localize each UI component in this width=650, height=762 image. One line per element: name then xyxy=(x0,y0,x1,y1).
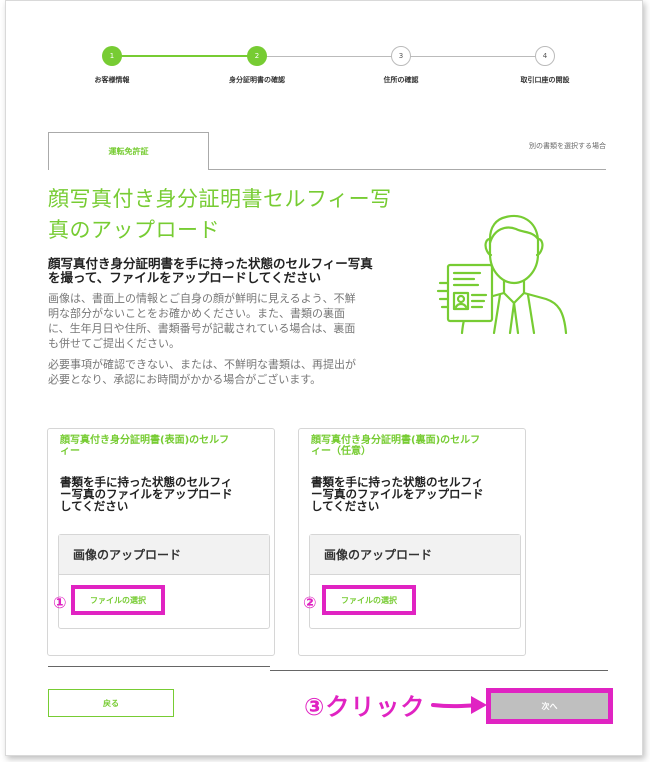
desc2-line: 必要となり、承認にお時間がかかる場合がございます。 xyxy=(48,373,322,386)
step-circle-4: 4 xyxy=(535,46,555,66)
step-label-1: お客様情報 xyxy=(94,76,130,84)
divider-left xyxy=(48,666,270,667)
step-circle-3: 3 xyxy=(391,46,411,66)
upload-card-front: 顔写真付き身分証明書(表面)のセルフ ィー 書類を手に持った状態のセルフィ ー写… xyxy=(47,428,275,656)
arrow-right-icon xyxy=(431,696,487,714)
card-title-line: 顔写真付き身分証明書(裏面)のセルフ xyxy=(311,435,481,446)
card-instructions-front: 書類を手に持った状態のセルフィ ー写真のファイルをアップロード してください xyxy=(60,476,265,512)
card-title-line: ィー xyxy=(60,446,80,457)
step-label-2: 身分証明書の確認 xyxy=(229,76,285,84)
step-connector-3 xyxy=(401,56,545,57)
divider-right xyxy=(270,670,608,671)
upload-heading-back: 画像のアップロード xyxy=(310,535,520,575)
description-paragraph-2: 必要事項が確認できない、または、不鮮明な書類は、再提出が 必要となり、承認にお時… xyxy=(48,357,413,387)
tab-underline xyxy=(209,169,606,170)
desc1-line: も併せてご提出ください。 xyxy=(48,337,180,350)
page-title-line-1: 顔写真付き身分証明書セルフィー写 xyxy=(48,187,392,211)
back-button[interactable]: 戻る xyxy=(48,689,174,717)
instruction-heading-line-2: を撮って、ファイルをアップロードしてください xyxy=(48,270,322,285)
step-connector-2 xyxy=(257,56,401,57)
upload-box-front: 画像のアップロード ファイルの選択 xyxy=(58,534,270,629)
instruction-heading-line-1: 顔写真付き身分証明書を手に持った状態のセルフィー写真 xyxy=(48,256,373,271)
choose-file-button-back[interactable]: ファイルの選択 xyxy=(322,585,416,615)
step-connector-1 xyxy=(112,55,257,57)
step-label-3: 住所の確認 xyxy=(383,76,419,84)
upload-card-back: 顔写真付き身分証明書(裏面)のセルフ ィー（任意） 書類を手に持った状態のセルフ… xyxy=(298,428,526,656)
card-title-back: 顔写真付き身分証明書(裏面)のセルフ ィー（任意） xyxy=(311,435,519,457)
tab-drivers-license[interactable]: 運転免許証 xyxy=(48,132,209,170)
card-title-line: 顔写真付き身分証明書(表面)のセルフ xyxy=(60,435,230,446)
progress-stepper: 1 2 3 4 お客様情報 身分証明書の確認 住所の確認 取引口座の開設 xyxy=(6,1,642,101)
instruction-heading: 顔写真付き身分証明書を手に持った状態のセルフィー写真 を撮って、ファイルをアップ… xyxy=(48,257,413,285)
step-circle-2: 2 xyxy=(247,46,267,66)
desc2-line: 必要事項が確認できない、または、不鮮明な書類は、再提出が xyxy=(48,358,356,371)
card-title-front: 顔写真付き身分証明書(表面)のセルフ ィー xyxy=(60,435,268,457)
desc1-line: 画像は、書面上の情報とご自身の顔が鮮明に見えるよう、不鮮 xyxy=(48,292,356,305)
step-circle-1: 1 xyxy=(102,46,122,66)
choose-other-document-link[interactable]: 別の書類を選択する場合 xyxy=(529,141,606,151)
description-paragraph-1: 画像は、書面上の情報とご自身の顔が鮮明に見えるよう、不鮮 明な部分がないことをお… xyxy=(48,291,413,351)
click-annotation: ③クリック xyxy=(304,693,426,721)
step-label-4: 取引口座の開設 xyxy=(520,76,570,84)
card-instructions-back: 書類を手に持った状態のセルフィ ー写真のファイルをアップロード してください xyxy=(311,476,516,512)
next-button[interactable]: 次へ xyxy=(486,688,613,724)
upload-heading-front: 画像のアップロード xyxy=(59,535,269,575)
desc1-line: 明な部分がないことをお確かめください。また、書類の裏面 xyxy=(48,307,345,320)
choose-file-button-front[interactable]: ファイルの選択 xyxy=(71,585,165,615)
card-title-line: ィー（任意） xyxy=(311,446,371,457)
card-text-line: してください xyxy=(311,499,380,513)
person-with-id-card-icon xyxy=(436,214,568,334)
card-text-line: してください xyxy=(60,499,129,513)
page-title-line-2: 真のアップロード xyxy=(48,218,220,242)
desc1-line: に、生年月日や住所、書類番号が記載されている場合は、裏面 xyxy=(48,322,356,335)
step-marker-1: ① xyxy=(53,593,67,612)
upload-box-back: 画像のアップロード ファイルの選択 xyxy=(309,534,521,629)
step-marker-2: ② xyxy=(303,593,317,612)
page-title: 顔写真付き身分証明書セルフィー写 真のアップロード xyxy=(48,184,408,246)
page-frame: 1 2 3 4 お客様情報 身分証明書の確認 住所の確認 取引口座の開設 運転免… xyxy=(5,0,643,756)
